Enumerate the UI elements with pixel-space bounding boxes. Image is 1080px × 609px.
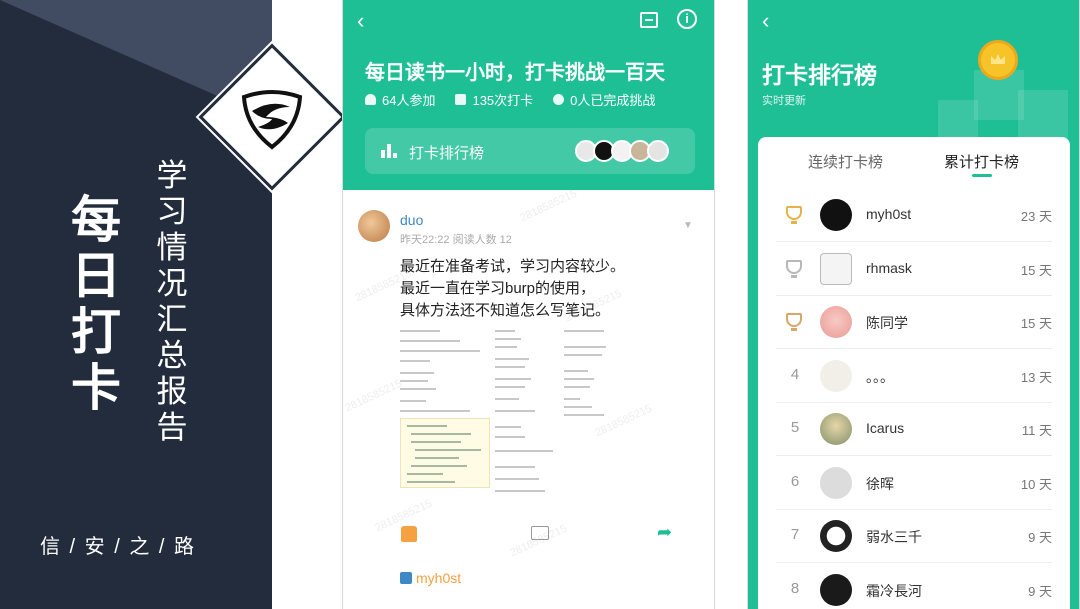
checkin-days: 9 天	[1028, 583, 1052, 599]
leaderboard-row[interactable]: rhmask 15 天	[776, 243, 1052, 296]
user-name: 陈同学	[866, 315, 908, 331]
challenge-title: 每日读书一小时，打卡挑战一百天	[365, 62, 665, 84]
avatar[interactable]	[820, 573, 852, 606]
leaderboard-row[interactable]: 5 Icarus 11 天	[776, 403, 1052, 456]
user-name: 霜冷長河	[866, 582, 922, 599]
user-name: myh0st	[866, 206, 912, 222]
leaderboard-row[interactable]: myh0st 23 天	[776, 189, 1052, 242]
post-line: 最近在准备考试，学习内容较少。	[400, 258, 626, 275]
banner-slogan: 信 / 安 / 之 / 路	[40, 536, 197, 558]
trophy-icon	[786, 206, 802, 224]
leaderboard-row[interactable]: 4 。。。 13 天	[776, 350, 1052, 403]
leaderboard-header: ‹ 打卡排行榜 实时更新	[748, 0, 1079, 140]
thumbs-up-icon[interactable]	[401, 526, 417, 542]
calendar-icon[interactable]	[640, 12, 658, 28]
check-circle-icon	[553, 94, 565, 105]
checkin-post: duo 昨天22:22 阅读人数 12 ▼ 最近在准备考试，学习内容较少。 最近…	[343, 187, 714, 609]
post-content: 最近在准备考试，学习内容较少。 最近一直在学习burp的使用， 具体方法还不知道…	[400, 256, 700, 322]
decorative-cube	[938, 100, 978, 140]
post-line: 具体方法还不知道怎么写笔记。	[400, 302, 611, 319]
post-line: 最近一直在学习burp的使用，	[400, 280, 596, 297]
chevron-down-icon[interactable]: ▼	[683, 220, 693, 231]
tab-cumulative[interactable]: 累计打卡榜	[944, 151, 1019, 172]
comment-icon[interactable]	[531, 526, 549, 540]
banner-title: 每日打卡	[71, 192, 121, 416]
avatar[interactable]	[820, 359, 852, 392]
participants-stat: 64人参加	[365, 90, 435, 109]
rank-number: 6	[790, 472, 800, 490]
checkins-text: 135次打卡	[472, 93, 534, 108]
leaderboard-entry-card[interactable]: 打卡排行榜	[365, 128, 695, 174]
challenge-stats: 64人参加 135次打卡 0人已完成挑战	[365, 90, 655, 109]
people-icon	[365, 94, 376, 105]
checkins-stat: 135次打卡	[455, 90, 533, 109]
liked-by: myh0st	[400, 570, 461, 586]
active-tab-indicator	[972, 174, 992, 177]
leaderboard-entry-label: 打卡排行榜	[409, 145, 485, 162]
user-name: 。。。	[866, 368, 894, 385]
checkin-screen: ‹ i 每日读书一小时，打卡挑战一百天 64人参加 135次打卡 0人已完成挑战…	[342, 0, 715, 609]
completed-stat: 0人已完成挑战	[553, 90, 655, 109]
leaderboard-panel: 连续打卡榜 累计打卡榜 myh0st 23 天 rhmask 15 天陈同学 15 天4…	[758, 137, 1070, 609]
leaderboard-title: 打卡排行榜	[762, 62, 877, 88]
user-name: Icarus	[866, 420, 905, 436]
card-icon	[455, 94, 467, 105]
rank-number: 5	[790, 419, 800, 436]
leaderboard-row[interactable]: 8 霜冷長河 9 天	[776, 564, 1052, 609]
checkin-days: 15 天	[1020, 262, 1052, 278]
road-shield-logo-icon	[241, 90, 303, 150]
crown-coin-icon	[978, 40, 1018, 80]
avatar[interactable]	[820, 199, 852, 231]
post-author[interactable]: duo	[400, 212, 423, 228]
checkin-days: 15 天	[1020, 316, 1052, 331]
participants-text: 64人参加	[382, 93, 436, 108]
trophy-icon	[786, 259, 802, 278]
banner-subtitle: 学习情况汇总报告	[156, 158, 188, 445]
checkin-days: 9 天	[1028, 530, 1052, 545]
leaderboard-tabs: 连续打卡榜 累计打卡榜	[758, 137, 1070, 187]
watermark: 2818585215	[518, 187, 579, 225]
tab-consecutive[interactable]: 连续打卡榜	[808, 151, 883, 172]
leaderboard-screen: ‹ 打卡排行榜 实时更新 连续打卡榜 累计打卡榜 myh0st 23 天 rhmas…	[747, 0, 1080, 609]
rank-number: 7	[790, 526, 800, 543]
back-chevron-icon[interactable]: ‹	[357, 8, 364, 34]
user-name: 徐晖	[866, 475, 894, 492]
avatar	[647, 140, 669, 162]
post-meta: 昨天22:22 阅读人数 12	[400, 234, 512, 246]
checkin-days: 10 天	[1020, 476, 1052, 492]
liker-name[interactable]: myh0st	[416, 570, 461, 586]
decorative-cube	[1018, 90, 1068, 140]
back-chevron-icon[interactable]: ‹	[762, 8, 769, 34]
checkin-header: ‹ i 每日读书一小时，打卡挑战一百天 64人参加 135次打卡 0人已完成挑战…	[343, 0, 714, 190]
user-name: 弱水三千	[866, 529, 922, 545]
leaderboard-subtitle: 实时更新	[762, 95, 806, 107]
rank-number: 4	[790, 365, 800, 383]
avatar[interactable]	[820, 306, 852, 338]
avatar[interactable]	[820, 413, 852, 445]
avatar[interactable]	[820, 252, 852, 285]
user-name: rhmask	[866, 259, 912, 276]
thumbs-up-icon	[400, 572, 412, 584]
post-actions: ➦	[343, 522, 714, 550]
share-icon[interactable]: ➦	[657, 522, 672, 543]
checkin-days: 11 天	[1021, 423, 1052, 438]
rank-number: 8	[790, 579, 800, 597]
avatar[interactable]	[358, 210, 390, 242]
trophy-icon	[786, 313, 802, 331]
avatar[interactable]	[820, 520, 852, 552]
avatar[interactable]	[820, 466, 852, 499]
code-snippet	[400, 418, 490, 488]
post-attachment-image[interactable]	[400, 326, 610, 502]
watermark: 2818585215	[343, 377, 404, 415]
checkin-days: 13 天	[1020, 369, 1052, 385]
top-user-avatars	[575, 140, 669, 162]
info-icon[interactable]: i	[677, 9, 697, 29]
leaderboard-row[interactable]: 7 弱水三千 9 天	[776, 510, 1052, 563]
leaderboard-row[interactable]: 陈同学 15 天	[776, 296, 1052, 349]
checkin-days: 23 天	[1020, 209, 1052, 224]
leaderboard-row[interactable]: 6 徐晖 10 天	[776, 457, 1052, 510]
bar-chart-icon	[381, 144, 399, 158]
completed-text: 0人已完成挑战	[570, 93, 656, 108]
